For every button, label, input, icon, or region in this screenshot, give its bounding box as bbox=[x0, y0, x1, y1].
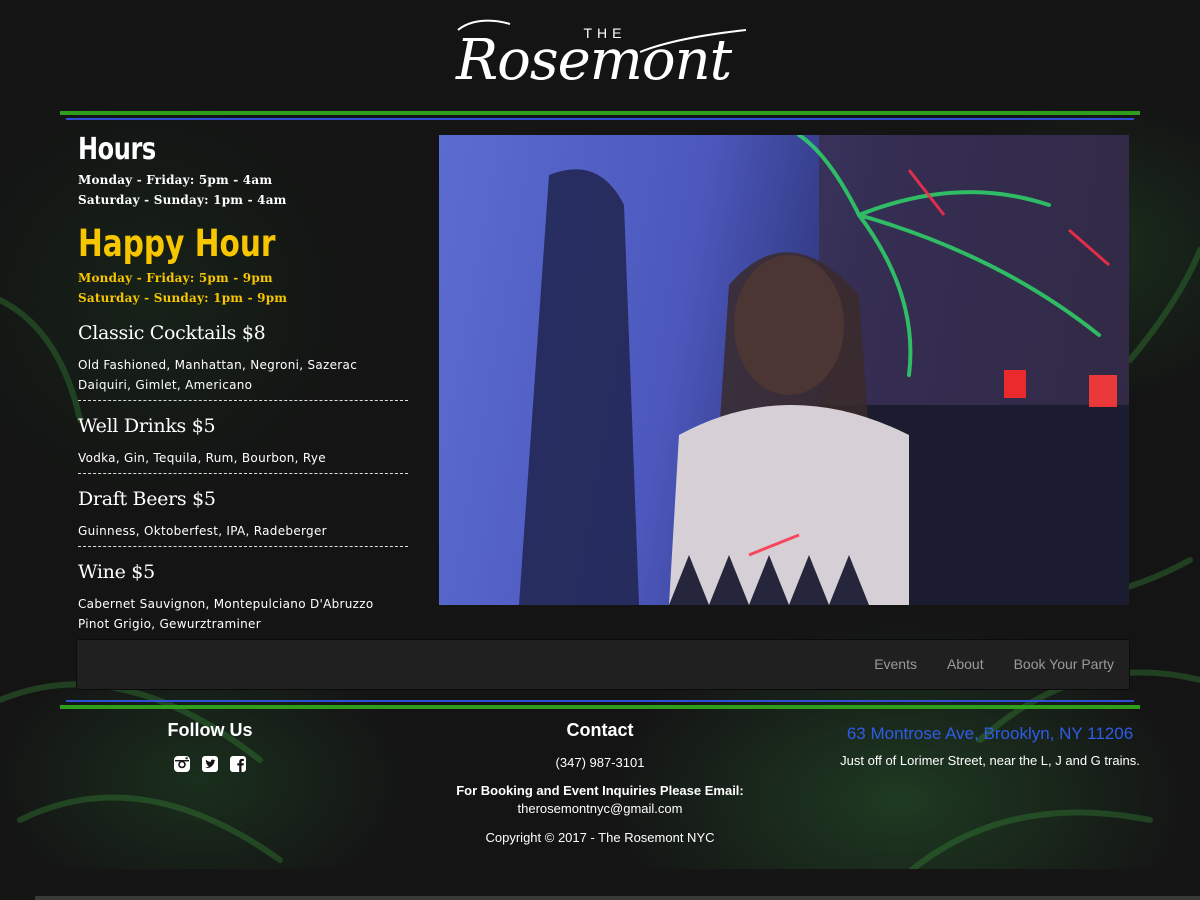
menu-section-title: Well Drinks $5 bbox=[78, 415, 216, 437]
instagram-icon[interactable] bbox=[173, 755, 191, 773]
menu-section-wine: Wine $5 Cabernet Sauvignon, Montepulcian… bbox=[78, 561, 410, 634]
address-link[interactable]: 63 Montrose Ave, Brooklyn, NY 11206 bbox=[815, 724, 1165, 744]
hours-menu-column: Hours Monday - Friday: 5pm - 4am Saturda… bbox=[78, 132, 410, 634]
twitter-icon[interactable] bbox=[201, 755, 219, 773]
booking-inquiries-label: For Booking and Event Inquiries Please E… bbox=[456, 783, 744, 798]
horizontal-scrollbar[interactable] bbox=[35, 896, 1200, 900]
contact-title: Contact bbox=[566, 720, 634, 740]
hours-line: Saturday - Sunday: 1pm - 4am bbox=[78, 193, 287, 207]
footer-blue-rule bbox=[66, 700, 1134, 702]
menu-section-items: Old Fashioned, Manhattan, Negroni, Sazer… bbox=[78, 358, 358, 372]
hours-title: Hours bbox=[78, 132, 156, 167]
nav-link-about[interactable]: About bbox=[932, 640, 999, 689]
header-blue-rule bbox=[66, 118, 1134, 120]
main-navbar: Events About Book Your Party bbox=[76, 639, 1130, 690]
nav-link-book-your-party[interactable]: Book Your Party bbox=[999, 640, 1129, 689]
contact-column: Contact (347) 987-3101 For Booking and E… bbox=[400, 720, 800, 845]
follow-us-column: Follow Us bbox=[110, 720, 310, 773]
footer-green-rule bbox=[60, 705, 1140, 709]
logo-swash-flourish bbox=[457, 19, 747, 53]
header-green-rule bbox=[60, 111, 1140, 115]
menu-section-title: Wine $5 bbox=[78, 561, 155, 583]
happy-hour-line: Monday - Friday: 5pm - 9pm bbox=[78, 271, 273, 285]
menu-section-well-drinks: Well Drinks $5 Vodka, Gin, Tequila, Rum,… bbox=[78, 415, 410, 474]
menu-section-items: Pinot Grigio, Gewurztraminer bbox=[78, 617, 261, 631]
contact-phone[interactable]: (347) 987-3101 bbox=[400, 755, 800, 770]
menu-section-classic-cocktails: Classic Cocktails $8 Old Fashioned, Manh… bbox=[78, 322, 410, 401]
booking-email-link[interactable]: therosemontnyc@gmail.com bbox=[400, 801, 800, 816]
happy-hour-title: Happy Hour bbox=[78, 222, 276, 265]
location-column: 63 Montrose Ave, Brooklyn, NY 11206 Just… bbox=[815, 720, 1165, 768]
menu-section-items: Vodka, Gin, Tequila, Rum, Bourbon, Rye bbox=[78, 451, 326, 465]
menu-section-items: Guinness, Oktoberfest, IPA, Radeberger bbox=[78, 524, 327, 538]
hero-photo-scene bbox=[519, 135, 1129, 605]
follow-us-title: Follow Us bbox=[167, 720, 253, 740]
menu-section-title: Classic Cocktails $8 bbox=[78, 322, 266, 344]
bottom-bar bbox=[0, 869, 1200, 900]
site-logo[interactable]: THE Rosemont bbox=[450, 10, 750, 102]
address-directions-note: Just off of Lorimer Street, near the L, … bbox=[840, 753, 1140, 768]
hours-line: Monday - Friday: 5pm - 4am bbox=[78, 173, 273, 187]
hero-photo bbox=[439, 135, 1129, 605]
nav-link-events[interactable]: Events bbox=[859, 640, 932, 689]
site-footer: Follow Us Contact (347) 987-3101 For Boo… bbox=[0, 720, 1200, 870]
menu-divider bbox=[78, 400, 408, 401]
menu-section-title: Draft Beers $5 bbox=[78, 488, 216, 510]
copyright-text: Copyright © 2017 - The Rosemont NYC bbox=[485, 830, 715, 845]
menu-divider bbox=[78, 473, 408, 474]
menu-section-items: Cabernet Sauvignon, Montepulciano D'Abru… bbox=[78, 597, 374, 611]
facebook-icon[interactable] bbox=[229, 755, 247, 773]
menu-section-items: Daiquiri, Gimlet, Americano bbox=[78, 378, 253, 392]
menu-divider bbox=[78, 546, 408, 547]
happy-hour-line: Saturday - Sunday: 1pm - 9pm bbox=[78, 291, 288, 305]
menu-section-draft-beers: Draft Beers $5 Guinness, Oktoberfest, IP… bbox=[78, 488, 410, 547]
